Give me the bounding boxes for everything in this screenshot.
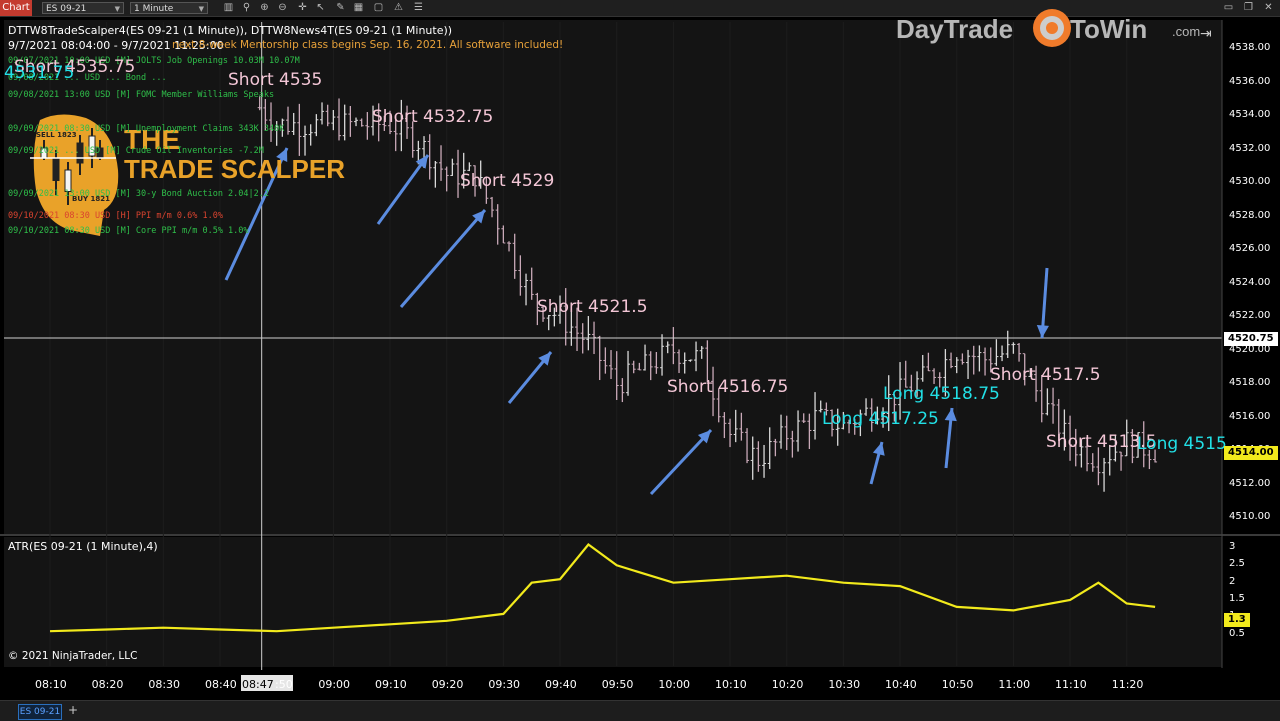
time-tick-label: 08:20	[91, 678, 124, 691]
arrow-right-icon[interactable]: ⇥	[1200, 26, 1212, 42]
annotation-arrowhead	[1036, 324, 1049, 338]
trade-label-long: Long 4515	[1137, 434, 1227, 454]
time-tick-label: 10:30	[828, 678, 861, 691]
news-item: 09/08/2021 13:00 USD [M] FOMC Member Wil…	[8, 90, 275, 100]
trade-label-short: Short 4516.75	[667, 377, 789, 397]
logo-suffix: .com	[1172, 24, 1201, 39]
atr-tick-label: 3	[1229, 540, 1236, 552]
price-tick-label: 4518.00	[1229, 377, 1271, 388]
crosshair-time: 08:47	[242, 678, 274, 691]
trade-label-long: Long 4517.25	[822, 409, 939, 429]
atr-tick-label: 1.5	[1229, 592, 1245, 604]
atr-line	[49, 542, 1156, 633]
time-tick-label: 10:10	[715, 678, 747, 691]
watermark-candle-body	[52, 157, 60, 181]
crosshair-time-seconds: :50	[275, 678, 293, 691]
time-tick-label: 10:50	[941, 678, 974, 691]
chart-canvas	[4, 20, 1223, 670]
atr-tick-label: 0.5	[1229, 627, 1245, 639]
price-tick-label: 4510.00	[1229, 511, 1271, 522]
add-tab-button[interactable]: +	[68, 703, 78, 717]
time-tick-label: 09:40	[545, 678, 577, 691]
annotation-arrow	[649, 428, 713, 496]
time-tick-label: 08:40	[205, 678, 237, 691]
annotation-arrow	[376, 154, 430, 225]
time-tick-label: 11:10	[1055, 678, 1087, 691]
trade-label-short: Short 4532.75	[372, 107, 494, 127]
price-tick-label: 4534.00	[1229, 109, 1271, 120]
price-tick-label: 4524.00	[1229, 276, 1271, 288]
trade-label-short: Short 4521.5	[537, 297, 648, 317]
time-tick-label: 09:10	[375, 678, 407, 691]
news-item: 09/10/2021 08:30 USD [M] Core PPI m/m 0.…	[8, 226, 249, 236]
logo-text-left: DayTrade	[896, 14, 1014, 44]
chart-title: DTTW8TradeScalper4(ES 09-21 (1 Minute)),…	[8, 24, 453, 37]
time-tick-label: 09:50	[601, 678, 634, 691]
annotation-arrowhead	[415, 155, 428, 169]
trade-label-short: Short 4529	[460, 171, 555, 191]
time-tick-label: 09:00	[318, 678, 351, 691]
crosshair-price-box: 4520.75	[1224, 332, 1278, 346]
news-item: 09/10/2021 08:30 USD [H] PPI m/m 0.6% 1.…	[8, 211, 223, 221]
bottom-tab-bar: ES 09-21 +	[0, 700, 1280, 721]
annotation-arrow	[399, 209, 487, 308]
atr-tick-label: 2.5	[1229, 558, 1245, 570]
watermark-line2: TRADE SCALPER	[124, 154, 346, 184]
price-tick-label: 4530.00	[1229, 176, 1271, 187]
atr-title: ATR(ES 09-21 (1 Minute),4)	[8, 540, 158, 553]
atr-last-value-box: 1.3	[1224, 613, 1250, 627]
trade-label-short: Short 4535	[228, 70, 323, 90]
price-tick-label: 4528.00	[1229, 209, 1271, 221]
last-price-box: 4514.00	[1224, 446, 1278, 460]
trade-label-long: Long 4518.75	[883, 384, 1000, 404]
time-tick-label: 09:30	[488, 678, 521, 691]
price-tick-label: 4526.00	[1229, 243, 1271, 254]
trade-label-long: 4531.75	[4, 63, 75, 83]
trade-label-short: Short 4517.5	[990, 365, 1101, 385]
promo-banner: next 8-week Mentorship class begins Sep.…	[172, 39, 564, 51]
tab-es-09-21[interactable]: ES 09-21	[18, 704, 62, 720]
time-tick-label: 08:10	[35, 678, 67, 691]
time-tick-label: 09:20	[431, 678, 464, 691]
time-tick-label: 08:30	[148, 678, 181, 691]
price-tick-label: 4538.00	[1229, 42, 1271, 53]
time-tick-label: 10:20	[771, 678, 804, 691]
copyright: © 2021 NinjaTrader, LLC	[8, 650, 138, 662]
time-tick-label: 10:00	[658, 678, 691, 691]
price-tick-label: 4516.00	[1229, 410, 1271, 422]
atr-tick-label: 2	[1229, 575, 1236, 587]
news-item: 09/09/2021 13:00 USD [M] 30-y Bond Aucti…	[8, 189, 269, 199]
time-tick-label: 11:20	[1111, 678, 1144, 691]
price-tick-label: 4532.00	[1229, 142, 1271, 154]
time-tick-label: 11:00	[998, 678, 1031, 691]
news-item: 09/09/2021 08:30 USD [M] Unemployment Cl…	[8, 124, 285, 134]
price-tick-label: 4536.00	[1229, 75, 1271, 87]
logo-text-right: ToWin	[1070, 14, 1148, 44]
news-item: 09/09/2021 ... USD [M] Crude Oil Invento…	[8, 146, 264, 156]
price-tick-label: 4512.00	[1229, 477, 1271, 489]
time-tick-label: 10:40	[885, 678, 917, 691]
price-tick-label: 4522.00	[1229, 310, 1271, 321]
